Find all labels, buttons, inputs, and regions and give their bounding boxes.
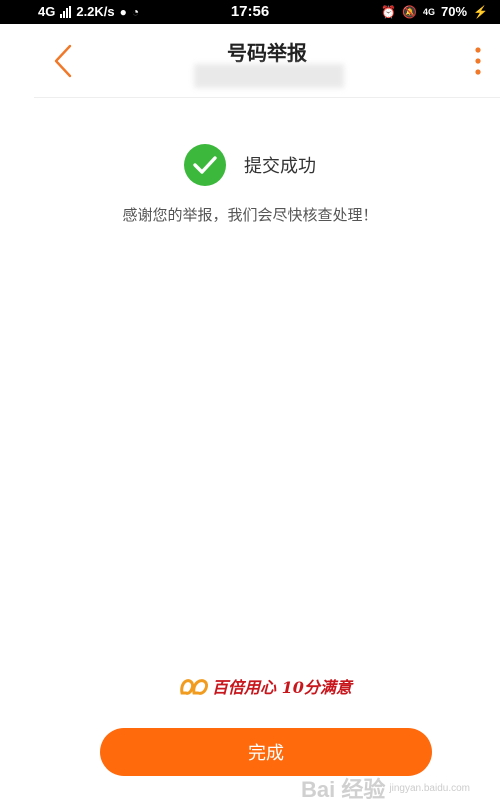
watermark-sub: jingyan.baidu.com	[389, 782, 470, 794]
more-vertical-icon	[475, 47, 481, 75]
battery-level: 70%	[441, 4, 468, 19]
network-type-2: 4G	[423, 6, 436, 17]
watermark-text: Bai 经验	[301, 777, 386, 802]
china-telecom-logo-icon	[180, 679, 208, 695]
done-button[interactable]: 完成	[100, 728, 432, 776]
slogan-text: 百倍用心 10分满意	[212, 678, 352, 697]
success-row: 提交成功	[0, 144, 500, 186]
mute-icon: 🔕	[402, 4, 417, 19]
alarm-icon: ⏰	[381, 4, 397, 19]
result-content: 提交成功 感谢您的举报，我们会尽快核查处理！ 百倍用心 10分满意 完成	[0, 98, 500, 810]
thanks-message: 感谢您的举报，我们会尽快核查处理！	[122, 206, 378, 224]
watermark: Bai 经验 jingyan.baidu.com	[301, 772, 470, 804]
status-bar: 4G 2.2K/s ● ◔ 17:56 ⏰ 🔕 4G 70% ⚡	[0, 0, 500, 24]
charging-icon: ⚡	[473, 4, 488, 19]
status-right: ⏰ 🔕 4G 70% ⚡	[381, 4, 488, 19]
redacted-area	[194, 64, 344, 88]
header: 号码举报	[34, 24, 500, 98]
slogan: 百倍用心 10分满意	[178, 672, 352, 700]
page-title: 号码举报	[227, 41, 307, 65]
check-circle-icon	[184, 144, 226, 186]
more-button[interactable]	[472, 44, 484, 78]
success-text: 提交成功	[244, 156, 316, 177]
